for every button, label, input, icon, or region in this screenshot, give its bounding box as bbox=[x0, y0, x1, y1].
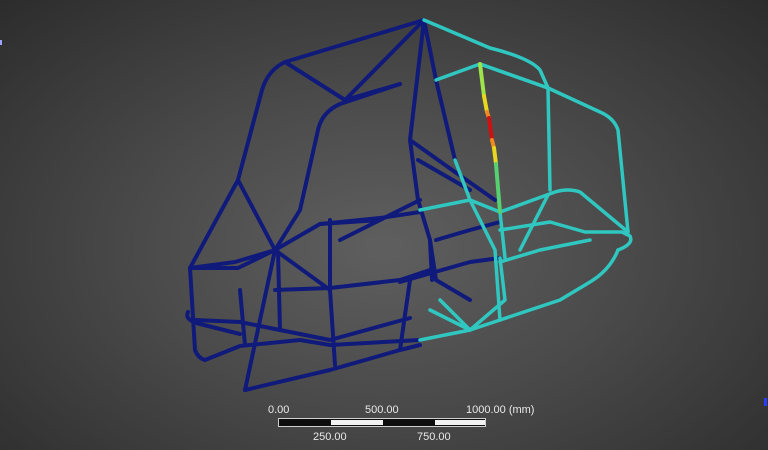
b-pillar-red bbox=[487, 116, 494, 142]
scale-segment-2 bbox=[331, 419, 383, 426]
seat-box bbox=[428, 238, 472, 302]
right-rear-hoop-lower bbox=[498, 248, 620, 322]
right-floor-rail bbox=[418, 318, 502, 342]
roof-bar-left bbox=[283, 60, 347, 102]
scale-bar: 0.00 500.00 1000.00 (mm) 250.00 750.00 bbox=[250, 398, 540, 450]
side-lower-brace bbox=[438, 298, 472, 332]
right-rear-low-diag bbox=[428, 308, 472, 332]
front-upper-horizontal bbox=[188, 218, 382, 270]
right-side-rail bbox=[498, 238, 592, 264]
right-diag-upper bbox=[546, 86, 552, 192]
scale-label-0: 0.00 bbox=[268, 404, 290, 416]
floor-rail-low bbox=[203, 338, 422, 362]
viewport-edge-marker-right bbox=[764, 398, 767, 406]
b-pillar-lower bbox=[494, 162, 502, 214]
mid-box-left bbox=[238, 288, 247, 347]
rear-vertical-brace bbox=[498, 210, 507, 260]
rear-lower-horiz bbox=[398, 256, 502, 284]
b-pillar-upper bbox=[478, 62, 486, 98]
front-lower-hoop bbox=[188, 266, 207, 362]
scale-label-750: 750.00 bbox=[417, 431, 451, 443]
scale-label-500: 500.00 bbox=[365, 404, 399, 416]
b-pillar-yellow-lower bbox=[492, 146, 498, 166]
left-a-pillar bbox=[236, 178, 277, 392]
scale-segment-3 bbox=[383, 419, 435, 426]
right-mid-horizontal bbox=[418, 198, 502, 214]
b-pillar-yellow bbox=[482, 94, 489, 114]
scale-label-250: 250.00 bbox=[313, 431, 347, 443]
apex-down-right bbox=[422, 18, 457, 162]
inner-hoop bbox=[273, 82, 402, 252]
left-diag-2 bbox=[273, 248, 332, 292]
3d-model-viewport[interactable] bbox=[0, 0, 768, 450]
viewport-edge-marker-left bbox=[0, 40, 2, 45]
scale-segment-4 bbox=[435, 419, 485, 426]
scale-segment-1 bbox=[279, 419, 331, 426]
roll-cage-frame-model bbox=[185, 18, 633, 392]
scale-label-1000-mm: 1000.00 (mm) bbox=[466, 404, 535, 416]
